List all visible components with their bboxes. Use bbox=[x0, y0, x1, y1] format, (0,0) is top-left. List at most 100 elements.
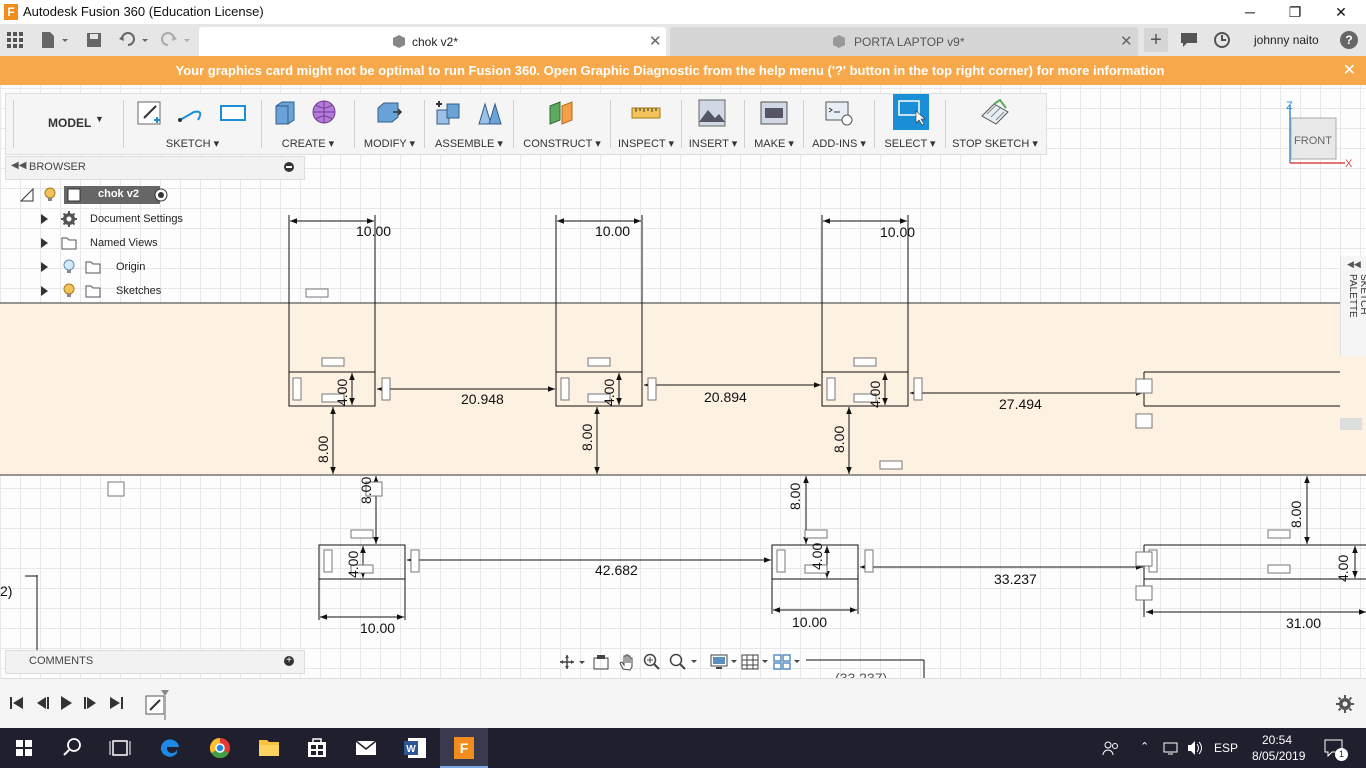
redo-icon[interactable] bbox=[160, 31, 192, 49]
offset-plane-icon[interactable] bbox=[547, 98, 577, 128]
clock-date[interactable]: 8/05/2019 bbox=[1252, 749, 1305, 763]
coincident-constraint-icon[interactable] bbox=[107, 481, 125, 497]
add-comment-icon[interactable]: + bbox=[284, 656, 294, 666]
search-icon[interactable] bbox=[48, 728, 96, 768]
horizontal-constraint-icon[interactable] bbox=[1267, 529, 1291, 539]
dimension-height[interactable]: 4.00 bbox=[601, 379, 617, 406]
timeline-settings-gear-icon[interactable] bbox=[1336, 695, 1354, 713]
dimension-width[interactable]: 10.00 bbox=[595, 223, 630, 239]
line-icon[interactable] bbox=[176, 98, 206, 128]
browser-item-sketches[interactable]: Sketches bbox=[38, 281, 198, 301]
toolbar-group-select[interactable]: SELECT ▾ bbox=[875, 94, 945, 154]
close-button[interactable]: ✕ bbox=[1318, 0, 1364, 24]
file-explorer-icon[interactable] bbox=[245, 728, 293, 768]
display-settings-icon[interactable] bbox=[710, 653, 738, 671]
undo-icon[interactable] bbox=[118, 31, 150, 49]
vertical-constraint-icon[interactable] bbox=[323, 549, 333, 573]
new-tab-button[interactable]: + bbox=[1144, 28, 1168, 52]
toolbar-group-insert[interactable]: INSERT ▾ bbox=[682, 94, 744, 154]
pan-hand-icon[interactable] bbox=[619, 653, 635, 671]
dimension-spacing[interactable]: 33.237 bbox=[994, 571, 1037, 587]
go-to-end-icon[interactable] bbox=[108, 695, 124, 711]
maximize-button[interactable]: ❐ bbox=[1272, 0, 1318, 24]
dimension-height[interactable]: 4.00 bbox=[334, 379, 350, 406]
toolbar-group-sketch[interactable]: SKETCH ▾ bbox=[124, 94, 261, 154]
vertical-constraint-icon[interactable] bbox=[864, 549, 874, 573]
coincident-constraint-icon[interactable] bbox=[1135, 551, 1153, 567]
comments-panel-header[interactable]: COMMENTS + bbox=[5, 650, 305, 674]
banner-close-icon[interactable]: ✕ bbox=[1343, 60, 1356, 80]
activate-radio-icon[interactable] bbox=[154, 188, 168, 202]
horizontal-constraint-icon[interactable] bbox=[853, 357, 877, 367]
new-component-icon[interactable] bbox=[433, 98, 463, 128]
browser-item-origin[interactable]: Origin bbox=[38, 257, 198, 277]
horizontal-constraint-icon[interactable] bbox=[305, 288, 329, 298]
go-to-start-icon[interactable] bbox=[9, 695, 25, 711]
joint-icon[interactable] bbox=[475, 98, 505, 128]
collapse-arrow-icon[interactable] bbox=[20, 188, 34, 202]
orbit-icon[interactable] bbox=[559, 654, 585, 670]
expand-arrow-icon[interactable] bbox=[41, 286, 48, 296]
dimension-vertical[interactable]: 8.00 bbox=[831, 426, 847, 453]
minimize-button[interactable]: ─ bbox=[1227, 0, 1273, 24]
measure-icon[interactable] bbox=[631, 98, 661, 128]
toolbar-group-construct[interactable]: CONSTRUCT ▾ bbox=[514, 94, 610, 154]
visibility-bulb-icon[interactable] bbox=[62, 283, 76, 299]
dimension-width[interactable]: 10.00 bbox=[792, 614, 827, 630]
user-name[interactable]: johnny naito bbox=[1254, 33, 1319, 47]
step-back-icon[interactable] bbox=[34, 695, 50, 711]
create-sketch-icon[interactable] bbox=[134, 98, 164, 128]
fit-zoom-icon[interactable] bbox=[669, 653, 697, 671]
dimension-width[interactable]: 10.00 bbox=[360, 620, 395, 636]
dimension-spacing[interactable]: 20.948 bbox=[461, 391, 504, 407]
stop-sketch-icon[interactable] bbox=[980, 98, 1010, 128]
dimension-height[interactable]: 4.00 bbox=[345, 551, 361, 578]
vertical-constraint-icon[interactable] bbox=[560, 377, 570, 401]
toolbar-group-make[interactable]: MAKE ▾ bbox=[745, 94, 803, 154]
horizontal-constraint-icon[interactable] bbox=[587, 357, 611, 367]
toolbar-group-add-ins[interactable]: ADD-INS ▾ bbox=[804, 94, 874, 154]
visibility-bulb-off-icon[interactable] bbox=[62, 259, 76, 275]
vertical-constraint-icon[interactable] bbox=[647, 377, 657, 401]
horizontal-constraint-icon[interactable] bbox=[804, 529, 828, 539]
tab-porta-laptop[interactable]: PORTA LAPTOP v9* ✕ bbox=[670, 27, 1138, 56]
browser-item-document-settings[interactable]: Document Settings bbox=[38, 209, 198, 229]
expand-arrow-icon[interactable] bbox=[41, 238, 48, 248]
dimension-vertical[interactable]: 8.00 bbox=[787, 483, 803, 510]
tab-chok-v2[interactable]: chok v2* ✕ bbox=[199, 27, 666, 56]
horizontal-constraint-icon[interactable] bbox=[879, 460, 903, 470]
expand-palette-icon[interactable]: ◀◀ bbox=[1347, 259, 1361, 270]
scripts-icon[interactable] bbox=[824, 98, 854, 128]
grid-menu-icon[interactable] bbox=[7, 32, 25, 48]
expand-arrow-icon[interactable] bbox=[41, 262, 48, 272]
tray-expand-icon[interactable]: ⌃ bbox=[1140, 740, 1149, 753]
dimension-height[interactable]: 4.00 bbox=[867, 381, 883, 408]
browser-item-named-views[interactable]: Named Views bbox=[38, 233, 198, 253]
horizontal-constraint-icon[interactable] bbox=[1267, 564, 1291, 574]
vertical-constraint-icon[interactable] bbox=[776, 549, 786, 573]
viewports-icon[interactable] bbox=[773, 653, 801, 671]
network-icon[interactable] bbox=[1162, 740, 1180, 756]
dimension-width[interactable]: 31.00 bbox=[1286, 615, 1321, 631]
fusion-taskbar-button[interactable]: F bbox=[440, 728, 488, 768]
dimension-spacing[interactable]: 20.894 bbox=[704, 389, 747, 405]
help-icon[interactable]: ? bbox=[1340, 31, 1358, 49]
dimension-vertical[interactable]: 8.00 bbox=[315, 436, 331, 463]
toolbar-group-assemble[interactable]: ASSEMBLE ▾ bbox=[425, 94, 513, 154]
volume-icon[interactable] bbox=[1186, 740, 1204, 756]
keyboard-language[interactable]: ESP bbox=[1214, 741, 1238, 755]
look-at-icon[interactable] bbox=[593, 654, 609, 670]
extrude-icon[interactable] bbox=[270, 98, 300, 128]
3d-print-icon[interactable] bbox=[759, 98, 789, 128]
horizontal-constraint-icon[interactable] bbox=[321, 357, 345, 367]
dimension-ghost[interactable]: (33.237) bbox=[835, 670, 887, 678]
timeline-sketch-feature-icon[interactable] bbox=[145, 689, 173, 721]
job-status-icon[interactable] bbox=[1213, 31, 1231, 49]
play-icon[interactable] bbox=[58, 695, 74, 711]
sketch-profile-region[interactable] bbox=[0, 303, 1366, 475]
mail-icon[interactable] bbox=[342, 728, 390, 768]
zoom-icon[interactable] bbox=[643, 653, 661, 671]
save-icon[interactable] bbox=[86, 31, 102, 49]
chrome-browser-icon[interactable] bbox=[196, 728, 244, 768]
dimension-edge-label[interactable]: 2) bbox=[0, 583, 12, 599]
